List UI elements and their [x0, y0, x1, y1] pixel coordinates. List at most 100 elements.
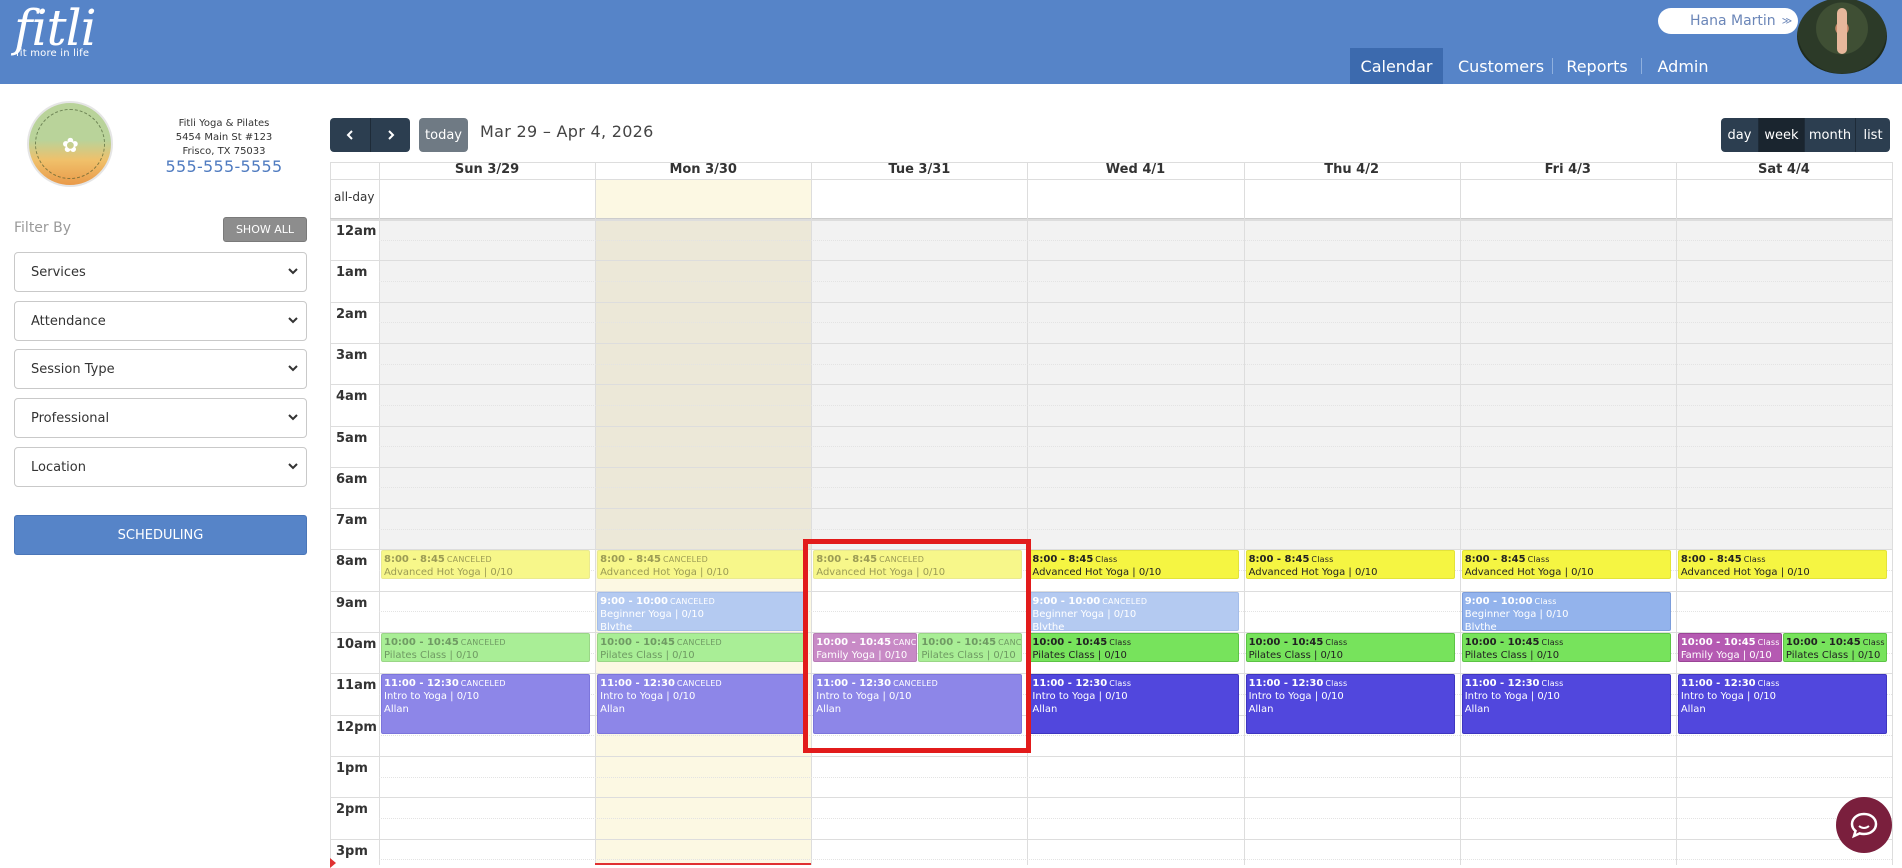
event-instructor: Allan: [1032, 704, 1058, 716]
event-status: CANCELED: [446, 555, 492, 565]
selection-highlight: [803, 539, 1031, 753]
nav-admin[interactable]: Admin: [1645, 48, 1721, 84]
event-title: Pilates Class | 0/10: [1464, 650, 1560, 661]
today-button[interactable]: today: [419, 118, 468, 152]
day-header: Thu 4/2: [1324, 162, 1379, 177]
calendar-event[interactable]: 8:00 - 8:45 CANCELED Advanced Hot Yoga | 0…: [381, 550, 591, 580]
nav-calendar[interactable]: Calendar: [1350, 48, 1443, 84]
studio-logo: ✿: [27, 101, 113, 187]
studio-address-line1: 5454 Main St #123: [175, 132, 273, 143]
event-instructor: Allan: [1464, 704, 1490, 716]
calendar-event[interactable]: 11:00 - 12:30 CANCELED Intro to Yoga | 0/1…: [381, 674, 591, 735]
event-title: Pilates Class | 0/10: [1785, 650, 1881, 661]
event-title: Advanced Hot Yoga | 0/10: [1248, 567, 1378, 579]
services-select[interactable]: Services: [14, 252, 307, 292]
calendar-event[interactable]: 10:00 - 10:45CANCELED Pilates Class | 0/1…: [597, 633, 807, 662]
fitli-logo[interactable]: fitli fit more in life: [14, 0, 97, 59]
time-slot-label: 1am: [336, 265, 368, 281]
event-status: Class: [1325, 638, 1348, 647]
avatar[interactable]: [1797, 0, 1887, 74]
day-header: Sat 4/4: [1758, 162, 1810, 177]
time-slot-label: 3am: [336, 347, 368, 363]
calendar-event[interactable]: 11:00 - 12:30 CANCELED Intro to Yoga | 0/1…: [597, 674, 807, 735]
event-time: 8:00 - 8:45: [600, 554, 661, 566]
chat-button[interactable]: [1836, 797, 1892, 853]
event-time: 8:00 - 8:45: [1464, 554, 1526, 566]
day-header: Fri 4/3: [1544, 162, 1591, 177]
chevron-right-icon: [387, 130, 394, 140]
time-slot-label: 11am: [336, 678, 377, 694]
session-type-select[interactable]: Session Type: [14, 349, 307, 389]
show-all-button[interactable]: SHOW ALL: [223, 217, 307, 242]
event-time: 10:00 - 10:45: [1032, 637, 1108, 648]
calendar-event[interactable]: 9:00 - 10:00 CANCELED Beginner Yoga | 0/10…: [597, 591, 807, 631]
event-time: 8:00 - 8:45: [1248, 554, 1310, 566]
nav-customers[interactable]: Customers: [1451, 48, 1551, 84]
event-title: Beginner Yoga | 0/10: [1032, 608, 1137, 620]
chevron-down-icon: [288, 317, 298, 324]
event-title: Pilates Class | 0/10: [1248, 650, 1344, 661]
event-title: Intro to Yoga | 0/10: [1680, 691, 1777, 703]
chevron-down-icon: [288, 463, 298, 470]
calendar-event[interactable]: 11:00 - 12:30 Class Intro to Yoga | 0/10 Al…: [1677, 674, 1887, 735]
event-time: 11:00 - 12:30: [1464, 678, 1540, 690]
logo-tagline: fit more in life: [16, 48, 90, 59]
logo-word: fitli: [14, 0, 97, 57]
calendar-event[interactable]: 8:00 - 8:45 Class Advanced Hot Yoga | 0/10: [1461, 550, 1671, 580]
studio-phone[interactable]: 555-555-5555: [160, 157, 288, 176]
lotus-icon: ✿: [62, 133, 79, 157]
user-menu[interactable]: Hana Martin ≫: [1658, 8, 1798, 34]
date-range: Mar 29 – Apr 4, 2026: [480, 122, 654, 141]
view-month-button[interactable]: month: [1804, 118, 1855, 152]
event-status: Class: [1757, 638, 1780, 647]
event-time: 10:00 - 10:45: [1785, 637, 1861, 648]
event-title: Pilates Class | 0/10: [384, 650, 479, 661]
view-list-button[interactable]: list: [1855, 118, 1890, 152]
event-status: CANCELED: [676, 638, 722, 647]
scheduling-button[interactable]: SCHEDULING: [14, 515, 307, 555]
nav-reports[interactable]: Reports: [1556, 48, 1638, 84]
calendar-event[interactable]: 10:00 - 10:45 Class Pilates Class | 0/10: [1029, 633, 1239, 662]
next-week-button[interactable]: [370, 118, 410, 152]
calendar-event[interactable]: 11:00 - 12:30 Class Intro to Yoga | 0/10 Al…: [1245, 674, 1455, 735]
calendar-event[interactable]: 11:00 - 12:30 Class Intro to Yoga | 0/10 Al…: [1461, 674, 1671, 735]
studio-name: Fitli Yoga & Pilates: [178, 118, 270, 129]
event-time: 10:00 - 10:45: [600, 637, 675, 648]
event-title: Beginner Yoga | 0/10: [600, 608, 704, 620]
view-week-button[interactable]: week: [1758, 118, 1804, 152]
event-instructor: Blythe: [600, 621, 633, 631]
view-day-button[interactable]: day: [1721, 118, 1758, 152]
calendar-event[interactable]: 8:00 - 8:45 CANCELED Advanced Hot Yoga | 0…: [597, 550, 807, 580]
top-bar: fitli fit more in life Hana Martin ≫ Cal…: [0, 0, 1902, 84]
attendance-select[interactable]: Attendance: [14, 301, 307, 341]
day-header: Wed 4/1: [1105, 162, 1166, 177]
event-title: Advanced Hot Yoga | 0/10: [1680, 567, 1810, 579]
calendar-event[interactable]: 10:00 - 10:45CANCELED Pilates Class | 0/1…: [381, 633, 591, 662]
calendar-event[interactable]: 10:00 - 10:45 Class Family Yoga | 0/10: [1677, 633, 1782, 662]
calendar-event[interactable]: 11:00 - 12:30 Class Intro to Yoga | 0/10 Al…: [1029, 674, 1239, 735]
location-select[interactable]: Location: [14, 447, 307, 487]
professional-select[interactable]: Professional: [14, 398, 307, 438]
event-time: 11:00 - 12:30: [384, 678, 459, 690]
view-switcher: day week month list: [1721, 118, 1890, 152]
calendar-event[interactable]: 10:00 - 10:45 Class Pilates Class | 0/10: [1245, 633, 1455, 662]
event-status: CANCELED: [460, 679, 506, 689]
calendar-event[interactable]: 9:00 - 10:00 Class Beginner Yoga | 0/10 Bly…: [1461, 591, 1671, 631]
calendar-event[interactable]: 8:00 - 8:45 Class Advanced Hot Yoga | 0/10: [1245, 550, 1455, 580]
time-slot-label: 8am: [336, 554, 368, 570]
all-day-label: all-day: [334, 190, 375, 204]
calendar-event[interactable]: 9:00 - 10:00 CANCELED Beginner Yoga | 0/10…: [1029, 591, 1239, 631]
calendar-event[interactable]: 8:00 - 8:45 Class Advanced Hot Yoga | 0/10: [1677, 550, 1887, 580]
calendar-event[interactable]: 10:00 - 10:45 Class Pilates Class | 0/10: [1782, 633, 1887, 662]
event-instructor: Blythe: [1032, 621, 1065, 631]
prev-week-button[interactable]: [330, 118, 370, 152]
calendar-event[interactable]: 8:00 - 8:45 Class Advanced Hot Yoga | 0/10: [1029, 550, 1239, 580]
time-slot-label: 4am: [336, 389, 368, 405]
event-title: Family Yoga | 0/10: [1680, 650, 1772, 661]
now-indicator-arrow: [330, 858, 336, 868]
select-value: Location: [31, 459, 86, 475]
event-instructor: Allan: [1248, 704, 1274, 716]
event-title: Intro to Yoga | 0/10: [1032, 691, 1128, 703]
prev-next-group: [330, 118, 410, 152]
calendar-event[interactable]: 10:00 - 10:45 Class Pilates Class | 0/10: [1461, 633, 1671, 662]
